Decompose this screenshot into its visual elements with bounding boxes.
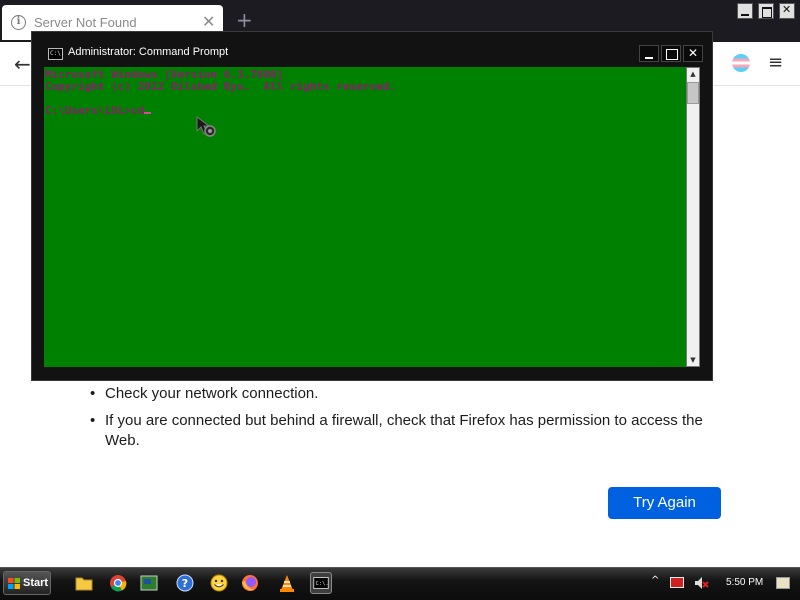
start-button[interactable]: Start: [3, 571, 51, 595]
tray-alert-icon[interactable]: [670, 577, 684, 588]
network-app-icon[interactable]: [138, 572, 160, 594]
cmd-taskbar-icon[interactable]: C:\.: [310, 572, 332, 594]
cmd-maximize-button[interactable]: [661, 45, 681, 62]
mouse-pointer-icon: [196, 116, 216, 137]
command-prompt-window[interactable]: C:\. Administrator: Command Prompt Micro…: [31, 31, 713, 381]
windows-logo-icon: [8, 578, 20, 589]
cmd-close-button[interactable]: [683, 45, 703, 62]
svg-text:?: ?: [182, 577, 188, 590]
console-line: Copyright (c) 2012 Oilshed Rys. All righ…: [45, 80, 396, 93]
tab-close-icon[interactable]: ✕: [202, 12, 215, 31]
scroll-down-arrow-icon[interactable]: ▼: [687, 354, 699, 366]
cmd-console-area[interactable]: Microsoft Windows [Version 6.3.7600] Cop…: [44, 67, 686, 367]
smiley-icon[interactable]: [208, 572, 230, 594]
scroll-thumb[interactable]: [687, 82, 699, 104]
tab-title: Server Not Found: [34, 15, 137, 30]
chrome-icon[interactable]: [107, 572, 129, 594]
cmd-app-icon: C:\.: [48, 48, 64, 60]
cmd-vertical-scrollbar[interactable]: ▲ ▼: [686, 67, 700, 367]
scroll-up-arrow-icon[interactable]: ▲: [687, 68, 699, 80]
svg-text:C:\.: C:\.: [316, 581, 329, 587]
firefox-icon[interactable]: [239, 572, 261, 594]
start-label: Start: [23, 577, 49, 589]
cmd-minimize-button[interactable]: [639, 45, 659, 62]
list-item: If you are connected but behind a firewa…: [90, 411, 710, 451]
try-again-button[interactable]: Try Again: [608, 487, 721, 519]
show-hidden-icons-icon[interactable]: ^: [651, 575, 659, 586]
account-avatar-icon[interactable]: [732, 54, 750, 72]
suggestion-list: Check your network connection. If you ar…: [90, 384, 710, 458]
cmd-window-title: Administrator: Command Prompt: [68, 46, 229, 58]
taskbar-clock[interactable]: 5:50 PM: [726, 577, 763, 588]
taskbar: Start ? C:\. ^ 5:50 PM: [0, 567, 800, 600]
volume-muted-icon[interactable]: [693, 575, 709, 591]
show-desktop-icon[interactable]: [776, 577, 790, 589]
info-icon: i: [11, 15, 26, 30]
console-text: Microsoft Windows [Version 6.3.7600] Cop…: [44, 67, 686, 119]
help-icon[interactable]: ?: [174, 572, 196, 594]
list-item: Check your network connection.: [90, 384, 710, 404]
cmd-title-bar[interactable]: C:\. Administrator: Command Prompt: [32, 32, 712, 66]
hamburger-menu-icon[interactable]: ≡: [768, 52, 783, 73]
back-arrow-icon[interactable]: ←: [14, 52, 31, 76]
new-tab-button[interactable]: +: [236, 10, 253, 30]
folder-icon[interactable]: [73, 572, 95, 594]
window-restore-button[interactable]: [758, 3, 774, 19]
console-prompt-line: C:\Users\LOL>cd: [45, 104, 145, 117]
vlc-icon[interactable]: [276, 572, 298, 594]
text-cursor: [144, 112, 152, 114]
window-close-button[interactable]: [779, 3, 795, 19]
window-minimize-button[interactable]: [737, 3, 753, 19]
